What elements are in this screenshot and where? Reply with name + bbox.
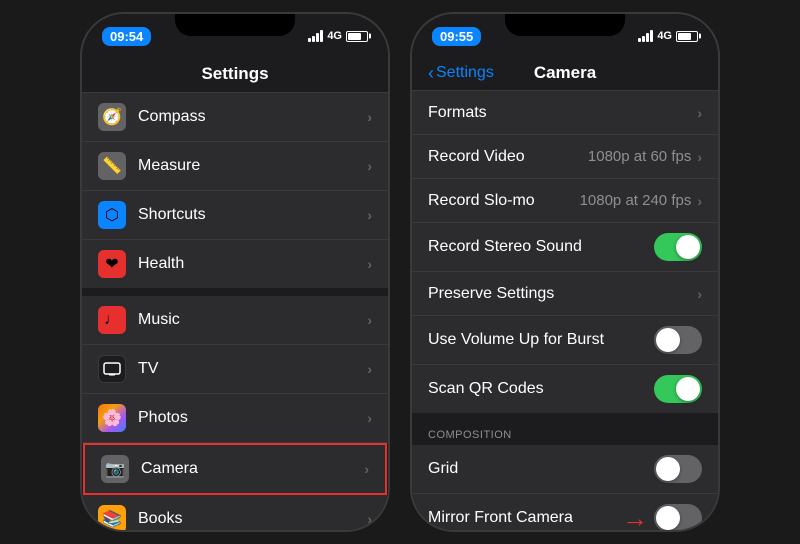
record-stereo-label: Record Stereo Sound: [428, 238, 654, 256]
preserve-settings-label: Preserve Settings: [428, 285, 697, 303]
list-item[interactable]: 📏 Measure ›: [82, 142, 388, 191]
formats-label: Formats: [428, 104, 697, 122]
music-icon: ♩: [98, 306, 126, 334]
left-status-icons: 4G: [308, 30, 368, 42]
right-nav-bar: ‹ Settings Camera: [412, 58, 718, 91]
shortcuts-icon: ⬡: [98, 201, 126, 229]
right-phone: 09:55 4G ‹ Settings Camera Formats ›: [410, 12, 720, 532]
measure-icon: 📏: [98, 152, 126, 180]
record-slo-mo-label: Record Slo-mo: [428, 192, 580, 210]
network-label: 4G: [657, 30, 672, 42]
composition-section: Grid Mirror Front Camera → View Outside …: [412, 445, 718, 530]
tv-icon: [98, 355, 126, 383]
left-settings-list: 🧭 Compass › 📏 Measure › ⬡ Shortcuts › ❤ …: [82, 93, 388, 530]
chevron-icon: ›: [364, 461, 369, 477]
signal-icon: [308, 30, 323, 42]
books-icon: 📚: [98, 505, 126, 530]
chevron-icon: ›: [367, 109, 372, 125]
chevron-icon: ›: [367, 207, 372, 223]
list-item[interactable]: TV ›: [82, 345, 388, 394]
record-stereo-toggle[interactable]: [654, 233, 702, 261]
scan-qr-label: Scan QR Codes: [428, 380, 654, 398]
network-label: 4G: [327, 30, 342, 42]
tv-label: TV: [138, 360, 367, 378]
record-slo-mo-value: 1080p at 240 fps: [580, 192, 692, 209]
record-video-value: 1080p at 60 fps: [588, 148, 691, 165]
camera-icon: 📷: [101, 455, 129, 483]
main-camera-section: Formats › Record Video 1080p at 60 fps ›…: [412, 91, 718, 413]
back-button[interactable]: ‹ Settings: [428, 64, 494, 82]
back-label: Settings: [436, 64, 494, 82]
signal-icon: [638, 30, 653, 42]
books-label: Books: [138, 510, 367, 528]
list-item[interactable]: ⬡ Shortcuts ›: [82, 191, 388, 240]
list-item[interactable]: ❤ Health ›: [82, 240, 388, 288]
mirror-front-toggle[interactable]: [654, 504, 702, 530]
scan-qr-item: Scan QR Codes: [412, 365, 718, 413]
chevron-icon: ›: [367, 511, 372, 527]
grid-item: Grid: [412, 445, 718, 494]
red-arrow-icon: →: [622, 505, 648, 530]
chevron-icon: ›: [697, 286, 702, 302]
battery-icon: [676, 31, 698, 42]
chevron-icon: ›: [367, 410, 372, 426]
list-item[interactable]: 📚 Books ›: [82, 495, 388, 530]
grid-toggle[interactable]: [654, 455, 702, 483]
record-video-item[interactable]: Record Video 1080p at 60 fps ›: [412, 135, 718, 179]
battery-icon: [346, 31, 368, 42]
record-slo-mo-item[interactable]: Record Slo-mo 1080p at 240 fps ›: [412, 179, 718, 223]
compass-label: Compass: [138, 108, 367, 126]
health-label: Health: [138, 255, 367, 273]
measure-label: Measure: [138, 157, 367, 175]
camera-label: Camera: [141, 460, 364, 478]
mirror-front-label: Mirror Front Camera: [428, 509, 622, 527]
health-icon: ❤: [98, 250, 126, 278]
chevron-icon: ›: [697, 149, 702, 165]
left-nav-title: Settings: [98, 64, 372, 84]
list-item[interactable]: 🌸 Photos ›: [82, 394, 388, 443]
formats-item[interactable]: Formats ›: [412, 91, 718, 135]
left-time: 09:54: [102, 27, 151, 46]
shortcuts-label: Shortcuts: [138, 206, 367, 224]
right-settings-list: Formats › Record Video 1080p at 60 fps ›…: [412, 91, 718, 530]
grid-label: Grid: [428, 460, 654, 478]
compass-icon: 🧭: [98, 103, 126, 131]
chevron-icon: ›: [697, 193, 702, 209]
scan-qr-toggle[interactable]: [654, 375, 702, 403]
camera-settings-item[interactable]: 📷 Camera ›: [83, 443, 387, 495]
preserve-settings-item[interactable]: Preserve Settings ›: [412, 272, 718, 316]
photos-label: Photos: [138, 409, 367, 427]
right-nav-title: Camera: [534, 63, 596, 83]
list-item[interactable]: 🧭 Compass ›: [82, 93, 388, 142]
composition-header: COMPOSITION: [412, 421, 718, 445]
chevron-icon: ›: [367, 158, 372, 174]
right-status-icons: 4G: [638, 30, 698, 42]
record-video-label: Record Video: [428, 148, 588, 166]
left-phone: 09:54 4G Settings 🧭 Compass › 📏 Measure: [80, 12, 390, 532]
record-stereo-item: Record Stereo Sound: [412, 223, 718, 272]
volume-burst-label: Use Volume Up for Burst: [428, 331, 654, 349]
top-section: 🧭 Compass › 📏 Measure › ⬡ Shortcuts › ❤ …: [82, 93, 388, 288]
right-status-bar: 09:55 4G: [412, 14, 718, 58]
back-chevron-icon: ‹: [428, 64, 434, 82]
chevron-icon: ›: [367, 361, 372, 377]
volume-burst-item: Use Volume Up for Burst: [412, 316, 718, 365]
chevron-icon: ›: [367, 312, 372, 328]
mirror-front-item: Mirror Front Camera →: [412, 494, 718, 530]
bottom-section: ♩ Music › TV › 🌸 Photos ›: [82, 296, 388, 530]
chevron-icon: ›: [367, 256, 372, 272]
list-item[interactable]: ♩ Music ›: [82, 296, 388, 345]
music-label: Music: [138, 311, 367, 329]
right-time: 09:55: [432, 27, 481, 46]
photos-icon: 🌸: [98, 404, 126, 432]
left-nav-bar: Settings: [82, 58, 388, 93]
volume-burst-toggle[interactable]: [654, 326, 702, 354]
left-status-bar: 09:54 4G: [82, 14, 388, 58]
chevron-icon: ›: [697, 105, 702, 121]
